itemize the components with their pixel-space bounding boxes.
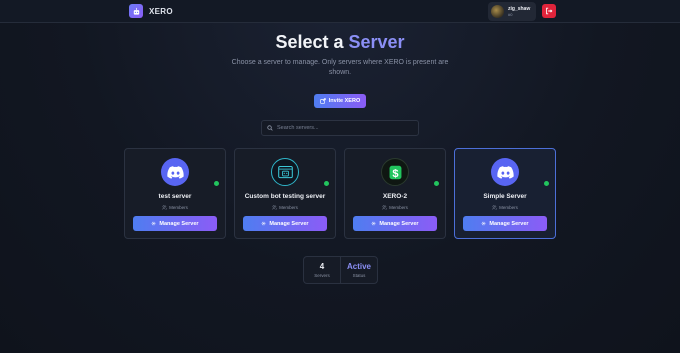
- member-count: Members: [455, 205, 555, 210]
- member-count: Members: [235, 205, 335, 210]
- stat-status: Active Status: [340, 257, 377, 283]
- logout-button[interactable]: [542, 4, 556, 18]
- bot-server-icon: [271, 158, 299, 186]
- manage-server-button[interactable]: Manage Server: [353, 216, 437, 231]
- page-subtitle: Choose a server to manage. Only servers …: [231, 59, 449, 76]
- server-name: test server: [158, 193, 192, 200]
- users-icon: [162, 205, 168, 210]
- server-card[interactable]: $ XERO-2 Members Manage Server: [344, 148, 446, 239]
- top-bar: XERO zig_shaw #0: [0, 0, 680, 23]
- user-id: #0: [508, 11, 513, 17]
- manage-label: Manage Server: [379, 220, 419, 227]
- server-card[interactable]: test server Members Manage Server: [124, 148, 226, 239]
- gear-icon: [262, 221, 266, 226]
- search-input[interactable]: [277, 125, 417, 131]
- users-icon: [492, 205, 498, 210]
- users-icon: [272, 205, 278, 210]
- manage-label: Manage Server: [159, 220, 199, 227]
- stat-label: Servers: [314, 272, 330, 278]
- svg-text:$: $: [392, 167, 398, 179]
- stat-servers: 4 Servers: [304, 257, 340, 283]
- stats-panel: 4 Servers Active Status: [303, 256, 378, 284]
- external-link-icon: [320, 98, 326, 104]
- gear-icon: [482, 221, 486, 226]
- logout-icon: [546, 7, 553, 15]
- member-count: Members: [345, 205, 445, 210]
- server-name: Custom bot testing server: [244, 193, 326, 200]
- manage-label: Manage Server: [489, 220, 529, 227]
- online-status-indicator: [323, 180, 330, 187]
- users-icon: [382, 205, 388, 210]
- invite-button[interactable]: Invite XERO: [314, 94, 366, 108]
- brand[interactable]: XERO: [129, 4, 173, 18]
- page-title: Select a Server: [0, 32, 680, 53]
- stat-value: Active: [346, 261, 371, 271]
- stat-label: Status: [352, 272, 366, 278]
- user-name: zig_shaw: [508, 5, 531, 12]
- title-accent: Server: [348, 32, 405, 52]
- search-box[interactable]: [261, 120, 419, 136]
- online-status-indicator: [433, 180, 440, 187]
- server-card-selected[interactable]: Simple Server Members Manage Server: [454, 148, 556, 239]
- search-icon: [267, 125, 273, 131]
- online-status-indicator: [213, 180, 220, 187]
- user-profile[interactable]: zig_shaw #0: [488, 2, 536, 21]
- online-status-indicator: [543, 180, 550, 187]
- member-count: Members: [125, 205, 225, 210]
- server-name: Simple Server: [483, 193, 527, 200]
- manage-server-button[interactable]: Manage Server: [463, 216, 547, 231]
- avatar: [491, 5, 504, 18]
- members-label: Members: [169, 205, 188, 210]
- title-prefix: Select a: [275, 32, 344, 52]
- server-card[interactable]: Custom bot testing server Members Manage…: [234, 148, 336, 239]
- gear-icon: [372, 221, 376, 226]
- brand-name: XERO: [149, 6, 173, 16]
- robot-icon: [129, 4, 143, 18]
- manage-server-button[interactable]: Manage Server: [243, 216, 327, 231]
- discord-icon: [491, 158, 519, 186]
- members-label: Members: [389, 205, 408, 210]
- discord-icon: [161, 158, 189, 186]
- server-name: XERO-2: [382, 193, 408, 200]
- dollar-icon: $: [381, 158, 409, 186]
- manage-label: Manage Server: [269, 220, 309, 227]
- members-label: Members: [499, 205, 518, 210]
- manage-server-button[interactable]: Manage Server: [133, 216, 217, 231]
- invite-label: Invite XERO: [328, 98, 361, 104]
- members-label: Members: [279, 205, 298, 210]
- stat-value: 4: [319, 261, 325, 271]
- gear-icon: [152, 221, 156, 226]
